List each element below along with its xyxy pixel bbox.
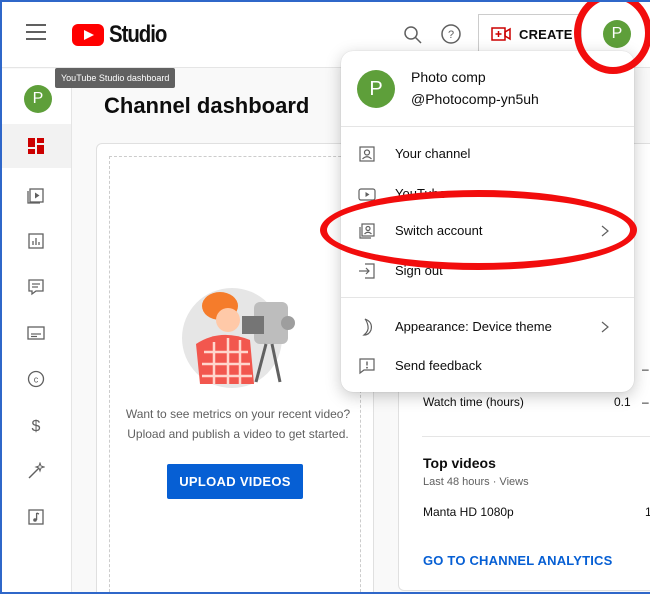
top-videos-subtitle: Last 48 hours · Views: [423, 476, 529, 488]
dashboard-tooltip: YouTube Studio dashboard: [55, 68, 176, 88]
watch-time-label: Watch time (hours): [423, 395, 524, 409]
menu-avatar: P: [357, 70, 395, 108]
create-video-icon: [491, 27, 511, 41]
menu-item-your-channel[interactable]: Your channel: [341, 135, 634, 173]
your-channel-label: Your channel: [395, 146, 471, 161]
top-video-views: 1: [645, 505, 650, 519]
create-button[interactable]: CREATE: [478, 14, 582, 54]
sidebar-item-subtitles[interactable]: [0, 311, 71, 355]
sign-out-icon: [359, 263, 375, 279]
camera-person-illustration: [182, 288, 295, 388]
menu-divider: [341, 126, 634, 127]
annotation-ellipse-switch-account: [320, 190, 637, 270]
content-icon: [26, 188, 44, 204]
create-label: CREATE: [519, 26, 573, 42]
account-handle: @Photocomp-yn5uh: [411, 91, 539, 107]
page-title: Channel dashboard: [104, 93, 310, 118]
audio-library-icon: [27, 509, 44, 525]
sidebar-item-audio-library[interactable]: [0, 495, 71, 539]
svg-text:c: c: [33, 375, 38, 385]
analytics-icon: [27, 233, 44, 249]
sidebar: P c $: [0, 69, 72, 594]
dashboard-icon: [27, 138, 44, 154]
chevron-right-icon: [601, 321, 609, 333]
customization-icon: [28, 462, 45, 479]
appearance-label: Appearance: Device theme: [395, 319, 552, 334]
sidebar-item-customization[interactable]: [0, 449, 71, 493]
account-name: Photo comp: [411, 69, 486, 85]
studio-logo[interactable]: Studio: [72, 21, 176, 49]
sidebar-item-earn[interactable]: $: [0, 403, 71, 447]
sidebar-item-content[interactable]: [0, 173, 71, 217]
send-feedback-label: Send feedback: [395, 358, 482, 373]
comments-icon: [27, 279, 44, 296]
search-icon[interactable]: [403, 25, 423, 45]
upload-videos-button[interactable]: UPLOAD VIDEOS: [167, 464, 303, 499]
sidebar-item-analytics[interactable]: [0, 219, 71, 263]
metric-dash-top: –: [642, 362, 649, 376]
sidebar-item-copyright[interactable]: c: [0, 357, 71, 401]
sidebar-item-comments[interactable]: [0, 265, 71, 309]
appearance-moon-icon: [362, 318, 372, 336]
analytics-divider: [422, 436, 650, 437]
copyright-icon: c: [27, 370, 44, 388]
menu-divider: [341, 297, 634, 298]
svg-text:$: $: [31, 418, 40, 434]
watch-time-change: –: [642, 395, 649, 409]
your-channel-icon: [359, 146, 375, 162]
menu-item-appearance[interactable]: Appearance: Device theme: [341, 308, 634, 346]
feedback-icon: [359, 358, 375, 375]
top-video-title[interactable]: Manta HD 1080p: [423, 505, 514, 519]
svg-text:?: ?: [448, 29, 454, 41]
watch-time-value: 0.1: [614, 395, 631, 409]
sidebar-avatar[interactable]: P: [24, 85, 52, 113]
top-videos-heading: Top videos: [423, 455, 496, 471]
menu-item-send-feedback[interactable]: Send feedback: [341, 347, 634, 385]
sidebar-item-dashboard[interactable]: [0, 124, 71, 168]
subtitles-icon: [26, 326, 45, 340]
youtube-play-icon: [72, 24, 104, 46]
hamburger-menu-icon[interactable]: [26, 24, 46, 40]
upload-prompt-message: Want to see metrics on your recent video…: [125, 407, 351, 441]
annotation-circle-avatar: [574, 0, 650, 74]
logo-text: Studio: [109, 21, 167, 48]
help-icon[interactable]: ?: [440, 23, 462, 45]
go-to-channel-analytics-link[interactable]: GO TO CHANNEL ANALYTICS: [423, 553, 613, 568]
earn-icon: $: [31, 418, 40, 434]
